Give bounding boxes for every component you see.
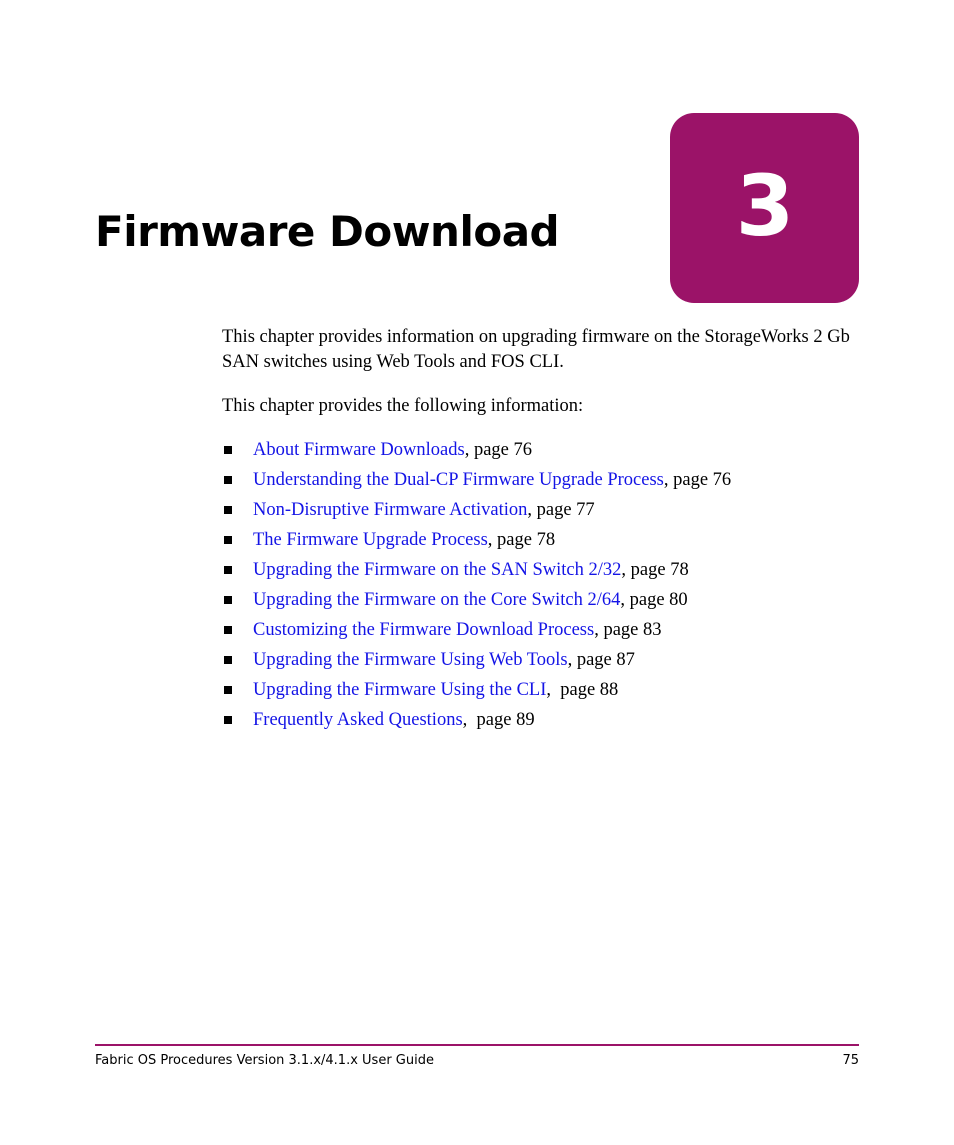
toc-page-reference: , page 83: [594, 620, 662, 640]
toc-link[interactable]: About Firmware Downloads: [253, 440, 465, 460]
toc-page-reference: , page 88: [546, 680, 619, 700]
square-bullet-icon: [224, 626, 232, 634]
square-bullet-icon: [224, 656, 232, 664]
chapter-number-badge: 3: [670, 113, 859, 303]
list-item: The Firmware Upgrade Process, page 78: [222, 525, 862, 555]
square-bullet-icon: [224, 686, 232, 694]
chapter-contents-list: About Firmware Downloads, page 76 Unders…: [222, 435, 862, 735]
toc-page-reference: , page 80: [620, 590, 688, 610]
list-item: Upgrading the Firmware Using the CLI, pa…: [222, 675, 862, 705]
list-item: Upgrading the Firmware Using Web Tools, …: [222, 645, 862, 675]
list-item: Upgrading the Firmware on the SAN Switch…: [222, 555, 862, 585]
footer-page-number: 75: [842, 1053, 859, 1068]
list-item: Frequently Asked Questions, page 89: [222, 705, 862, 735]
list-item: Non-Disruptive Firmware Activation, page…: [222, 495, 862, 525]
footer-guide-title: Fabric OS Procedures Version 3.1.x/4.1.x…: [95, 1053, 434, 1068]
toc-link[interactable]: Upgrading the Firmware on the SAN Switch…: [253, 560, 621, 580]
toc-link[interactable]: Non-Disruptive Firmware Activation: [253, 500, 527, 520]
page-title: Firmware Download: [95, 207, 560, 257]
toc-page-reference: , page 77: [527, 500, 595, 520]
chapter-number: 3: [735, 157, 794, 255]
toc-page-reference: , page 78: [487, 530, 556, 550]
document-page: 3 Firmware Download This chapter provide…: [0, 0, 954, 1145]
toc-page-reference: , page 87: [567, 650, 635, 670]
toc-page-reference: , page 76: [663, 470, 732, 490]
page-footer: Fabric OS Procedures Version 3.1.x/4.1.x…: [95, 1052, 859, 1070]
toc-link[interactable]: Upgrading the Firmware Using the CLI: [253, 680, 546, 700]
toc-link[interactable]: Upgrading the Firmware on the Core Switc…: [253, 590, 620, 610]
square-bullet-icon: [224, 536, 232, 544]
toc-page-reference: , page 89: [462, 710, 535, 730]
toc-link[interactable]: Frequently Asked Questions: [253, 710, 463, 730]
square-bullet-icon: [224, 566, 232, 574]
square-bullet-icon: [224, 716, 232, 724]
square-bullet-icon: [224, 506, 232, 514]
list-item: About Firmware Downloads, page 76: [222, 435, 862, 465]
intro-paragraph-1: This chapter provides information on upg…: [222, 327, 850, 372]
toc-page-reference: , page 78: [621, 560, 689, 580]
toc-page-reference: , page 76: [464, 440, 533, 460]
toc-link[interactable]: Customizing the Firmware Download Proces…: [253, 620, 594, 640]
intro-paragraph-2: This chapter provides the following info…: [222, 396, 584, 416]
toc-link[interactable]: The Firmware Upgrade Process: [253, 530, 488, 550]
footer-divider: [95, 1044, 859, 1046]
square-bullet-icon: [224, 446, 232, 454]
square-bullet-icon: [224, 476, 232, 484]
list-item: Upgrading the Firmware on the Core Switc…: [222, 585, 862, 615]
chapter-content: This chapter provides information on upg…: [222, 325, 862, 735]
list-item: Understanding the Dual-CP Firmware Upgra…: [222, 465, 862, 495]
list-item: Customizing the Firmware Download Proces…: [222, 615, 862, 645]
toc-link[interactable]: Upgrading the Firmware Using Web Tools: [253, 650, 568, 670]
toc-link[interactable]: Understanding the Dual-CP Firmware Upgra…: [253, 470, 664, 490]
square-bullet-icon: [224, 596, 232, 604]
